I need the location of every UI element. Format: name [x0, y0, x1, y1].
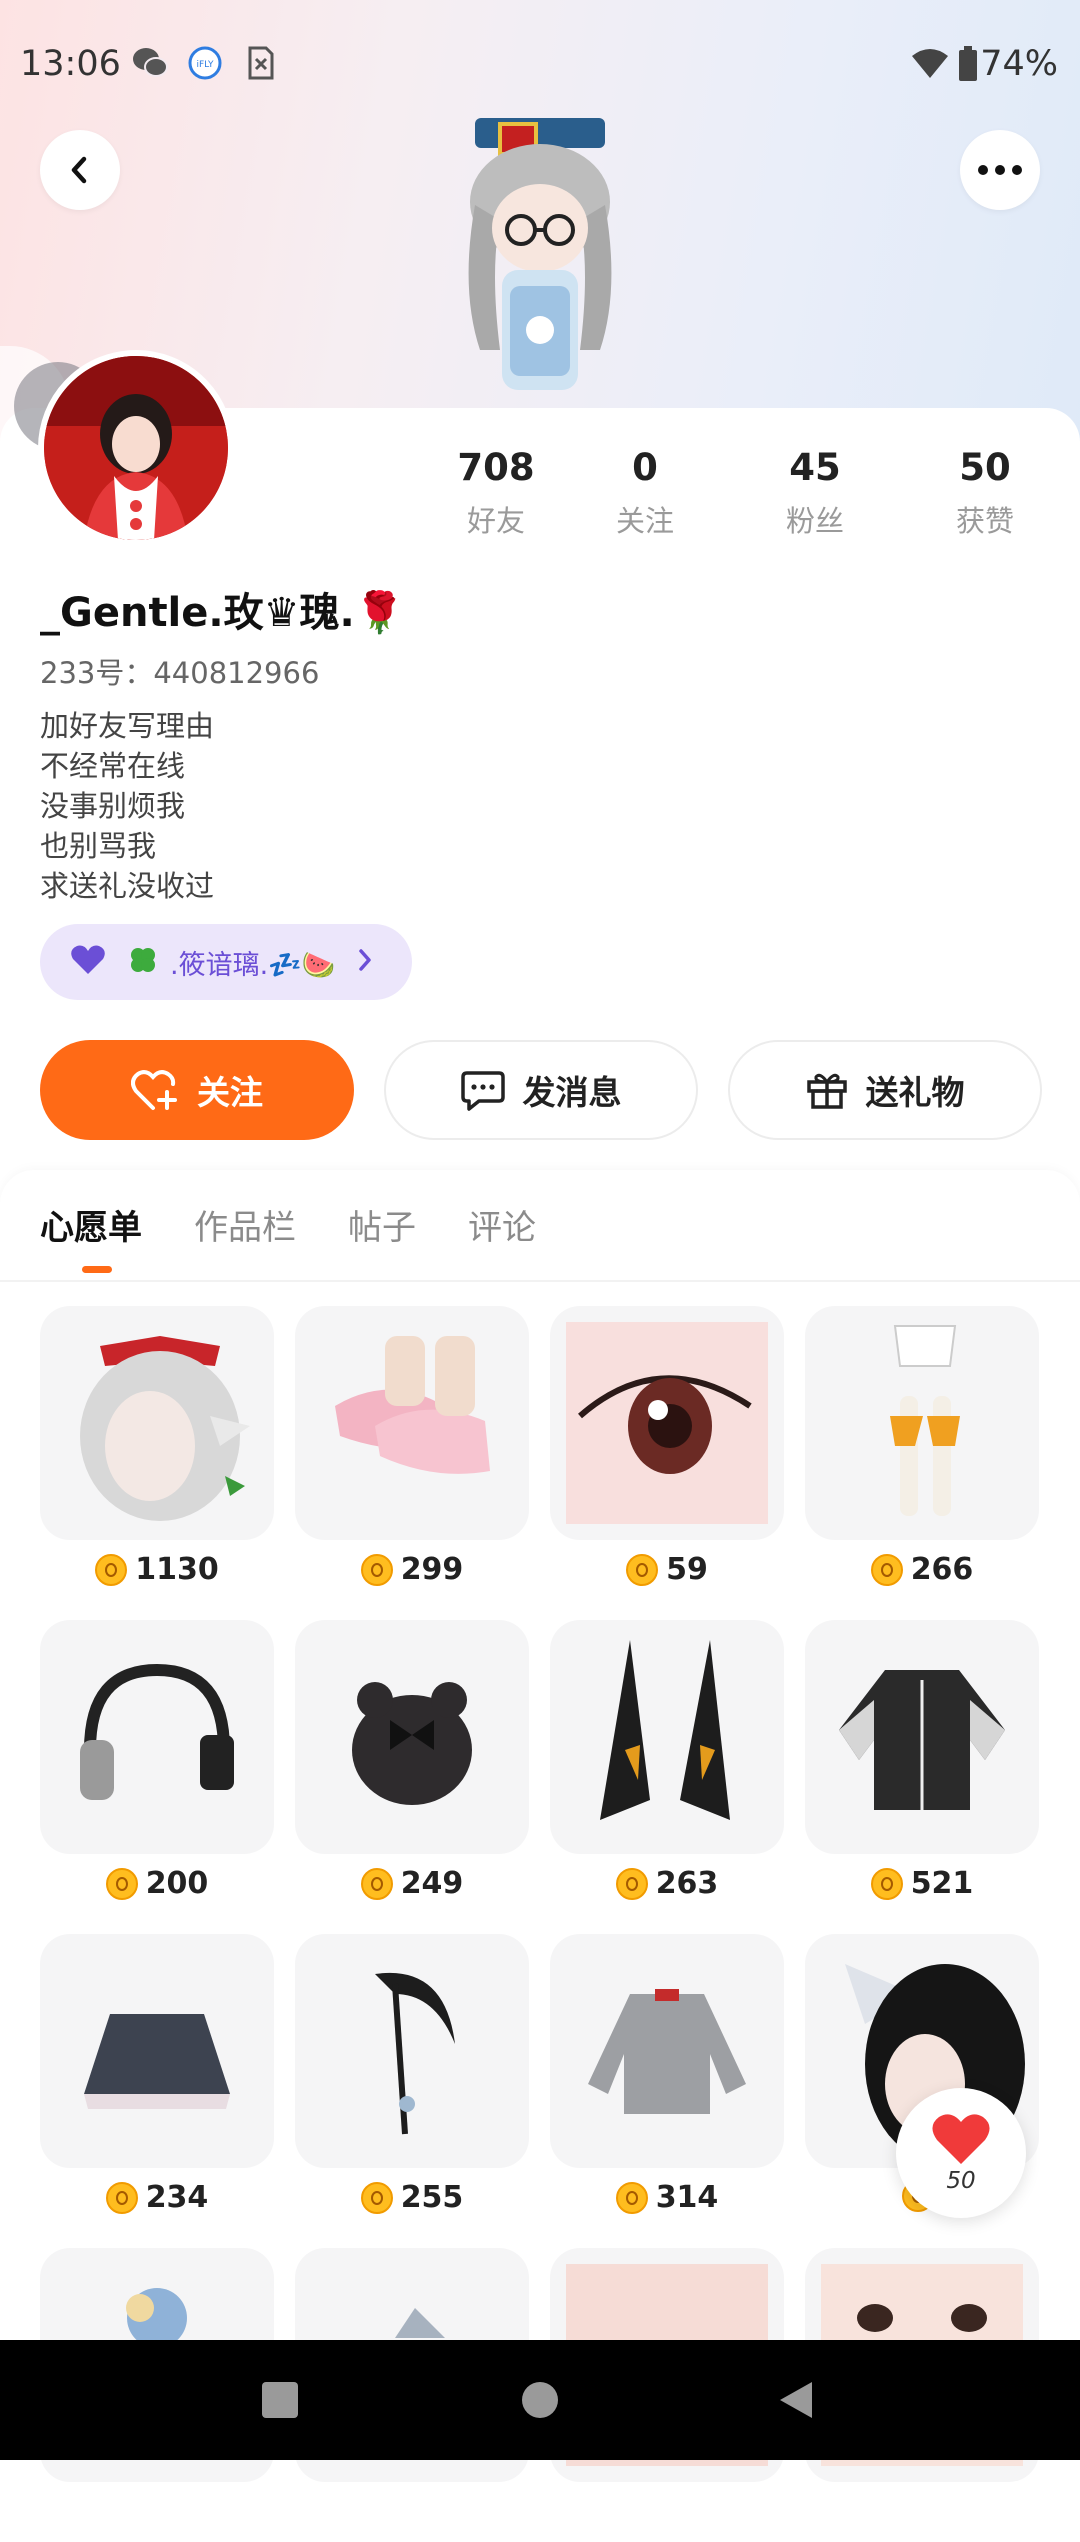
wishlist-item[interactable]: 59: [550, 1306, 784, 1600]
coin-icon: [360, 1867, 393, 1900]
gift-button[interactable]: 送礼物: [728, 1040, 1042, 1140]
message-button[interactable]: 发消息: [384, 1040, 698, 1140]
red-heart-icon: [932, 2114, 990, 2164]
item-price: 1130: [40, 1552, 274, 1587]
username: _Gentle.玫♛瑰.🌹: [40, 590, 405, 636]
sim-card-icon: [246, 46, 280, 80]
avatar-3d-figure[interactable]: [420, 110, 660, 410]
bio-line: 没事别烦我: [40, 789, 186, 823]
status-time: 13:06: [20, 44, 121, 84]
tabs-divider: [0, 1280, 1080, 1282]
black-horns-icon: [550, 1620, 784, 1854]
item-price: 249: [295, 1866, 529, 1901]
tab-posts[interactable]: 帖子: [348, 1200, 416, 1249]
clover-icon: [128, 945, 158, 979]
scythe-icon: [295, 1934, 529, 2168]
chevron-right-icon: [357, 948, 373, 976]
item-price: 299: [295, 1552, 529, 1587]
tab-works[interactable]: 作品栏: [194, 1200, 296, 1249]
recents-icon[interactable]: [260, 2380, 300, 2420]
item-price: 59: [550, 1552, 784, 1587]
stat-likes[interactable]: 50 获赞: [915, 444, 1055, 540]
avatar[interactable]: [38, 350, 234, 546]
wishlist-item[interactable]: 266: [805, 1306, 1039, 1600]
back-nav-icon[interactable]: [776, 2380, 816, 2420]
coin-icon: [105, 1867, 138, 1900]
coin-icon: [626, 1553, 659, 1586]
varsity-jacket-icon: [805, 1620, 1039, 1854]
coin-icon: [360, 1553, 393, 1586]
wishlist-item[interactable]: 234: [40, 1934, 274, 2228]
item-price: 200: [40, 1866, 274, 1901]
stat-fans[interactable]: 45 粉丝: [745, 444, 885, 540]
wishlist-item[interactable]: 263: [550, 1620, 784, 1914]
tab-wishlist[interactable]: 心愿单: [40, 1200, 142, 1273]
chevron-left-icon: [71, 156, 87, 184]
like-button[interactable]: 50: [896, 2088, 1026, 2218]
content-tabs: 心愿单 作品栏 帖子 评论: [40, 1200, 536, 1273]
wifi-icon: [910, 46, 948, 80]
wishlist-item[interactable]: 299: [295, 1306, 529, 1600]
item-price: 263: [550, 1866, 784, 1901]
coin-icon: [870, 1553, 903, 1586]
system-nav-bar: [0, 2340, 1080, 2460]
ifly-icon: iFLY: [188, 46, 222, 80]
wishlist-item[interactable]: 249: [295, 1620, 529, 1914]
wishlist-item[interactable]: 255: [295, 1934, 529, 2228]
bio-line: 加好友写理由: [40, 709, 215, 743]
more-button[interactable]: [960, 130, 1040, 210]
follow-button[interactable]: 关注: [40, 1040, 354, 1140]
svg-text:iFLY: iFLY: [197, 60, 214, 70]
fan-club-name: .筱谙璃.💤🍉: [170, 949, 336, 981]
bear-backpack-icon: [295, 1620, 529, 1854]
purple-heart-icon: [70, 944, 106, 980]
bio: 加好友写理由 不经常在线 没事别烦我 也别骂我 求送礼没收过: [40, 706, 214, 906]
coin-icon: [870, 1867, 903, 1900]
wishlist-item[interactable]: 200: [40, 1620, 274, 1914]
tab-comments[interactable]: 评论: [468, 1200, 536, 1249]
coin-icon: [615, 1867, 648, 1900]
wishlist-item[interactable]: 521: [805, 1620, 1039, 1914]
item-price: 266: [805, 1552, 1039, 1587]
stat-friends[interactable]: 708 好友: [426, 444, 566, 540]
anime-eye-icon: [550, 1306, 784, 1540]
fan-club-pill[interactable]: .筱谙璃.💤🍉: [40, 924, 412, 1000]
bio-line: 求送礼没收过: [40, 869, 215, 903]
like-count: 50: [946, 2168, 976, 2194]
home-icon[interactable]: [520, 2380, 560, 2420]
chat-bubble-icon: [460, 1071, 505, 1111]
coin-icon: [360, 2181, 393, 2214]
coin-icon: [105, 2181, 138, 2214]
user-id: 233号：440812966: [40, 656, 320, 690]
item-price: 255: [295, 2180, 529, 2215]
wishlist-item[interactable]: 314: [550, 1934, 784, 2228]
active-tab-indicator: [82, 1266, 112, 1273]
item-price: 314: [550, 2180, 784, 2215]
stat-following[interactable]: 0 关注: [575, 444, 715, 540]
bio-line: 不经常在线: [40, 749, 186, 783]
hair-with-red-bow-icon: [40, 1306, 274, 1540]
coin-icon: [95, 1553, 128, 1586]
grey-sweater-icon: [550, 1934, 784, 2168]
pink-shoes-icon: [295, 1306, 529, 1540]
gift-icon: [806, 1073, 847, 1109]
item-price: 234: [40, 2180, 274, 2215]
wishlist-item[interactable]: 1130: [40, 1306, 274, 1600]
dark-skirt-icon: [40, 1934, 274, 2168]
coin-icon: [615, 2181, 648, 2214]
item-price: 521: [805, 1866, 1039, 1901]
more-dots-icon: [978, 165, 1022, 175]
back-button[interactable]: [40, 130, 120, 210]
heart-plus-icon: [131, 1070, 177, 1110]
stockings-outfit-icon: [805, 1306, 1039, 1540]
headphones-icon: [40, 1620, 274, 1854]
wechat-icon: [132, 46, 168, 80]
bio-line: 也别骂我: [40, 829, 157, 863]
battery-level: 74%: [980, 44, 1058, 84]
